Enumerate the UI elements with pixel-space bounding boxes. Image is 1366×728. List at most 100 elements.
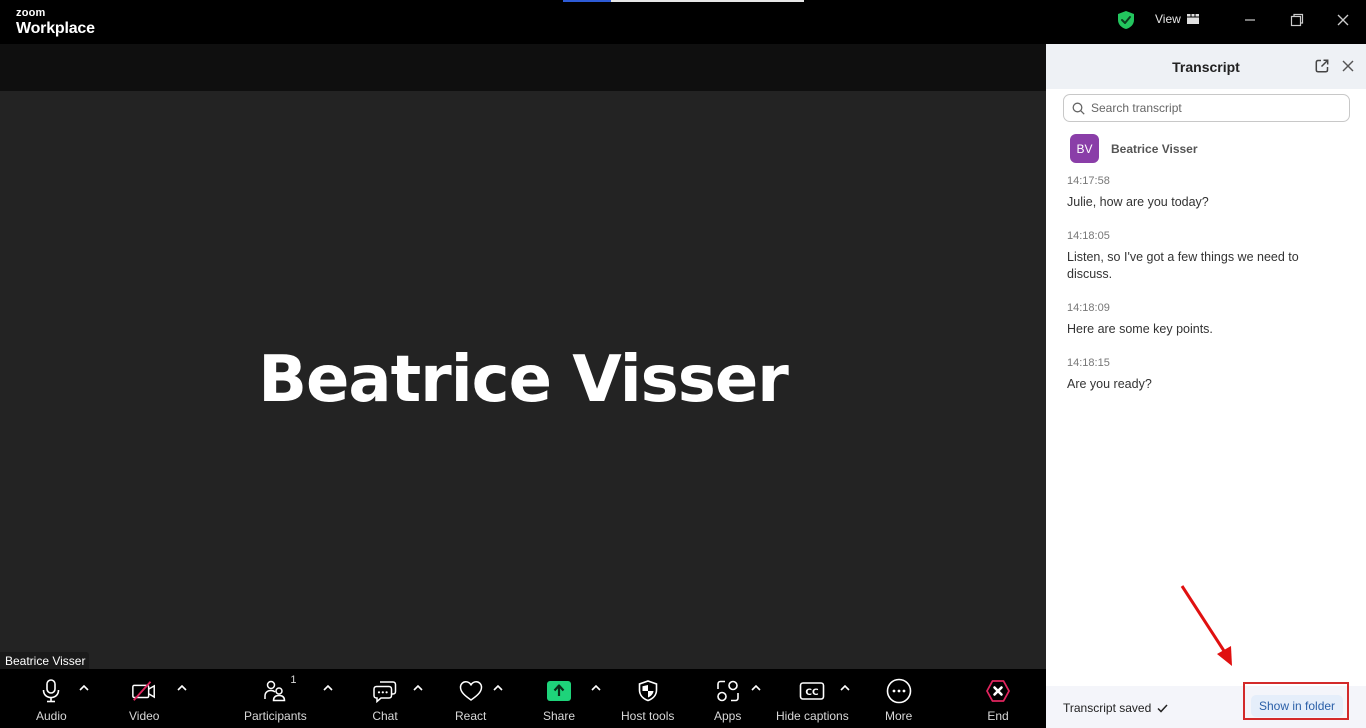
grid-icon: [1186, 14, 1199, 24]
more-icon: [886, 678, 911, 704]
video-stage: Beatrice Visser Beatrice Visser: [0, 91, 1046, 669]
saved-label: Transcript saved: [1063, 701, 1152, 715]
chevron-up-icon: [323, 685, 333, 691]
entry-text: Julie, how are you today?: [1067, 195, 1209, 209]
video-off-icon: [132, 681, 156, 701]
view-button[interactable]: View: [1155, 12, 1199, 26]
audio-options-caret[interactable]: [78, 683, 90, 693]
window-close-button[interactable]: [1329, 8, 1357, 32]
chat-options-caret[interactable]: [412, 683, 424, 693]
svg-text:CC: CC: [806, 688, 820, 698]
participant-name-tag: Beatrice Visser: [0, 652, 90, 669]
more-button[interactable]: More: [885, 678, 913, 723]
end-meeting-button[interactable]: End: [985, 679, 1011, 723]
top-progress-bar: [563, 0, 804, 2]
transcript-footer: Transcript saved Show in folder: [1046, 682, 1366, 728]
more-label: More: [885, 709, 913, 723]
entry-text: Are you ready?: [1067, 377, 1152, 391]
end-label: End: [987, 709, 1009, 723]
avatar: BV: [1070, 134, 1099, 163]
entry-timestamp: 14:18:05: [1067, 230, 1110, 242]
transcript-panel: Transcript BV Beatrice Visser 14:17:58 J…: [1046, 44, 1366, 728]
react-button[interactable]: React: [455, 679, 486, 723]
chevron-up-icon: [493, 685, 503, 691]
close-icon: [1337, 14, 1349, 26]
speaker-name: Beatrice Visser: [1111, 141, 1198, 156]
transcript-entry: 14:18:05 Listen, so I've got a few thing…: [1067, 229, 1337, 283]
apps-label: Apps: [714, 709, 742, 723]
react-label: React: [455, 709, 487, 723]
view-label: View: [1155, 12, 1181, 26]
host-tools-button[interactable]: Host tools: [621, 679, 674, 723]
microphone-icon: [43, 679, 60, 703]
search-transcript-input[interactable]: [1091, 101, 1331, 115]
chat-icon: [373, 681, 397, 703]
speaker-header: BV Beatrice Visser: [1070, 134, 1198, 163]
chat-label: Chat: [372, 709, 398, 723]
search-icon: [1072, 102, 1085, 115]
hide-captions-button[interactable]: CC Hide captions: [776, 679, 849, 723]
chevron-up-icon: [840, 685, 850, 691]
share-button[interactable]: Share: [543, 679, 575, 723]
restore-icon: [1290, 13, 1304, 27]
entry-text: Listen, so I've got a few things we need…: [1067, 250, 1299, 281]
brand-small: zoom: [16, 7, 46, 19]
app-logo: zoom Workplace: [16, 8, 95, 37]
apps-icon: [716, 680, 739, 702]
react-options-caret[interactable]: [492, 683, 504, 693]
participants-button[interactable]: 1 Participants: [244, 674, 307, 723]
restore-button[interactable]: [1283, 8, 1311, 32]
transcript-entry: 14:17:58 Julie, how are you today?: [1067, 174, 1337, 211]
participants-options-caret[interactable]: [322, 683, 334, 693]
share-icon: [547, 681, 572, 701]
hide-captions-label: Hide captions: [776, 709, 849, 723]
checkmark-icon: [1157, 703, 1168, 713]
participants-label: Participants: [244, 709, 307, 723]
chevron-up-icon: [591, 685, 601, 691]
stage-top-bar: [0, 44, 1046, 91]
minimize-icon: [1245, 19, 1255, 21]
close-icon[interactable]: [1340, 58, 1356, 74]
share-options-caret[interactable]: [590, 683, 602, 693]
shield-check-icon[interactable]: [1116, 10, 1136, 30]
chevron-up-icon: [751, 685, 761, 691]
video-label: Video: [129, 709, 160, 723]
entry-timestamp: 14:17:58: [1067, 175, 1110, 187]
participant-display-name: Beatrice Visser: [258, 343, 789, 417]
end-icon: [986, 680, 1010, 702]
captions-options-caret[interactable]: [839, 683, 851, 693]
share-label: Share: [543, 709, 576, 723]
entry-timestamp: 14:18:09: [1067, 302, 1110, 314]
participants-icon: [264, 680, 286, 702]
transcript-entries: 14:17:58 Julie, how are you today? 14:18…: [1067, 174, 1337, 411]
brand-big: Workplace: [16, 20, 95, 37]
search-transcript-field[interactable]: [1063, 94, 1350, 122]
popout-icon[interactable]: [1314, 58, 1330, 74]
apps-options-caret[interactable]: [750, 683, 762, 693]
transcript-entry: 14:18:15 Are you ready?: [1067, 356, 1337, 393]
shield-icon: [638, 680, 657, 702]
transcript-entry: 14:18:09 Here are some key points.: [1067, 301, 1337, 338]
entry-text: Here are some key points.: [1067, 322, 1213, 336]
audio-label: Audio: [36, 709, 67, 723]
transcript-header: Transcript: [1046, 44, 1366, 89]
apps-button[interactable]: Apps: [714, 679, 741, 723]
heart-icon: [459, 681, 482, 701]
transcript-saved-status: Transcript saved: [1063, 701, 1168, 715]
transcript-title: Transcript: [1172, 59, 1240, 75]
show-in-folder-button[interactable]: Show in folder: [1251, 695, 1344, 717]
chevron-up-icon: [177, 685, 187, 691]
title-bar: zoom Workplace View: [0, 0, 1366, 44]
chevron-up-icon: [79, 685, 89, 691]
cc-icon: CC: [800, 682, 825, 700]
meeting-toolbar: Audio Video 1 Participants Chat React Sh…: [0, 669, 1046, 728]
video-button[interactable]: Video: [129, 679, 159, 723]
chat-button[interactable]: Chat: [372, 679, 398, 723]
minimize-button[interactable]: [1236, 8, 1264, 32]
chevron-up-icon: [413, 685, 423, 691]
audio-button[interactable]: Audio: [36, 679, 67, 723]
video-options-caret[interactable]: [176, 683, 188, 693]
entry-timestamp: 14:18:15: [1067, 357, 1110, 369]
participant-count: 1: [290, 674, 297, 686]
host-tools-label: Host tools: [621, 709, 675, 723]
